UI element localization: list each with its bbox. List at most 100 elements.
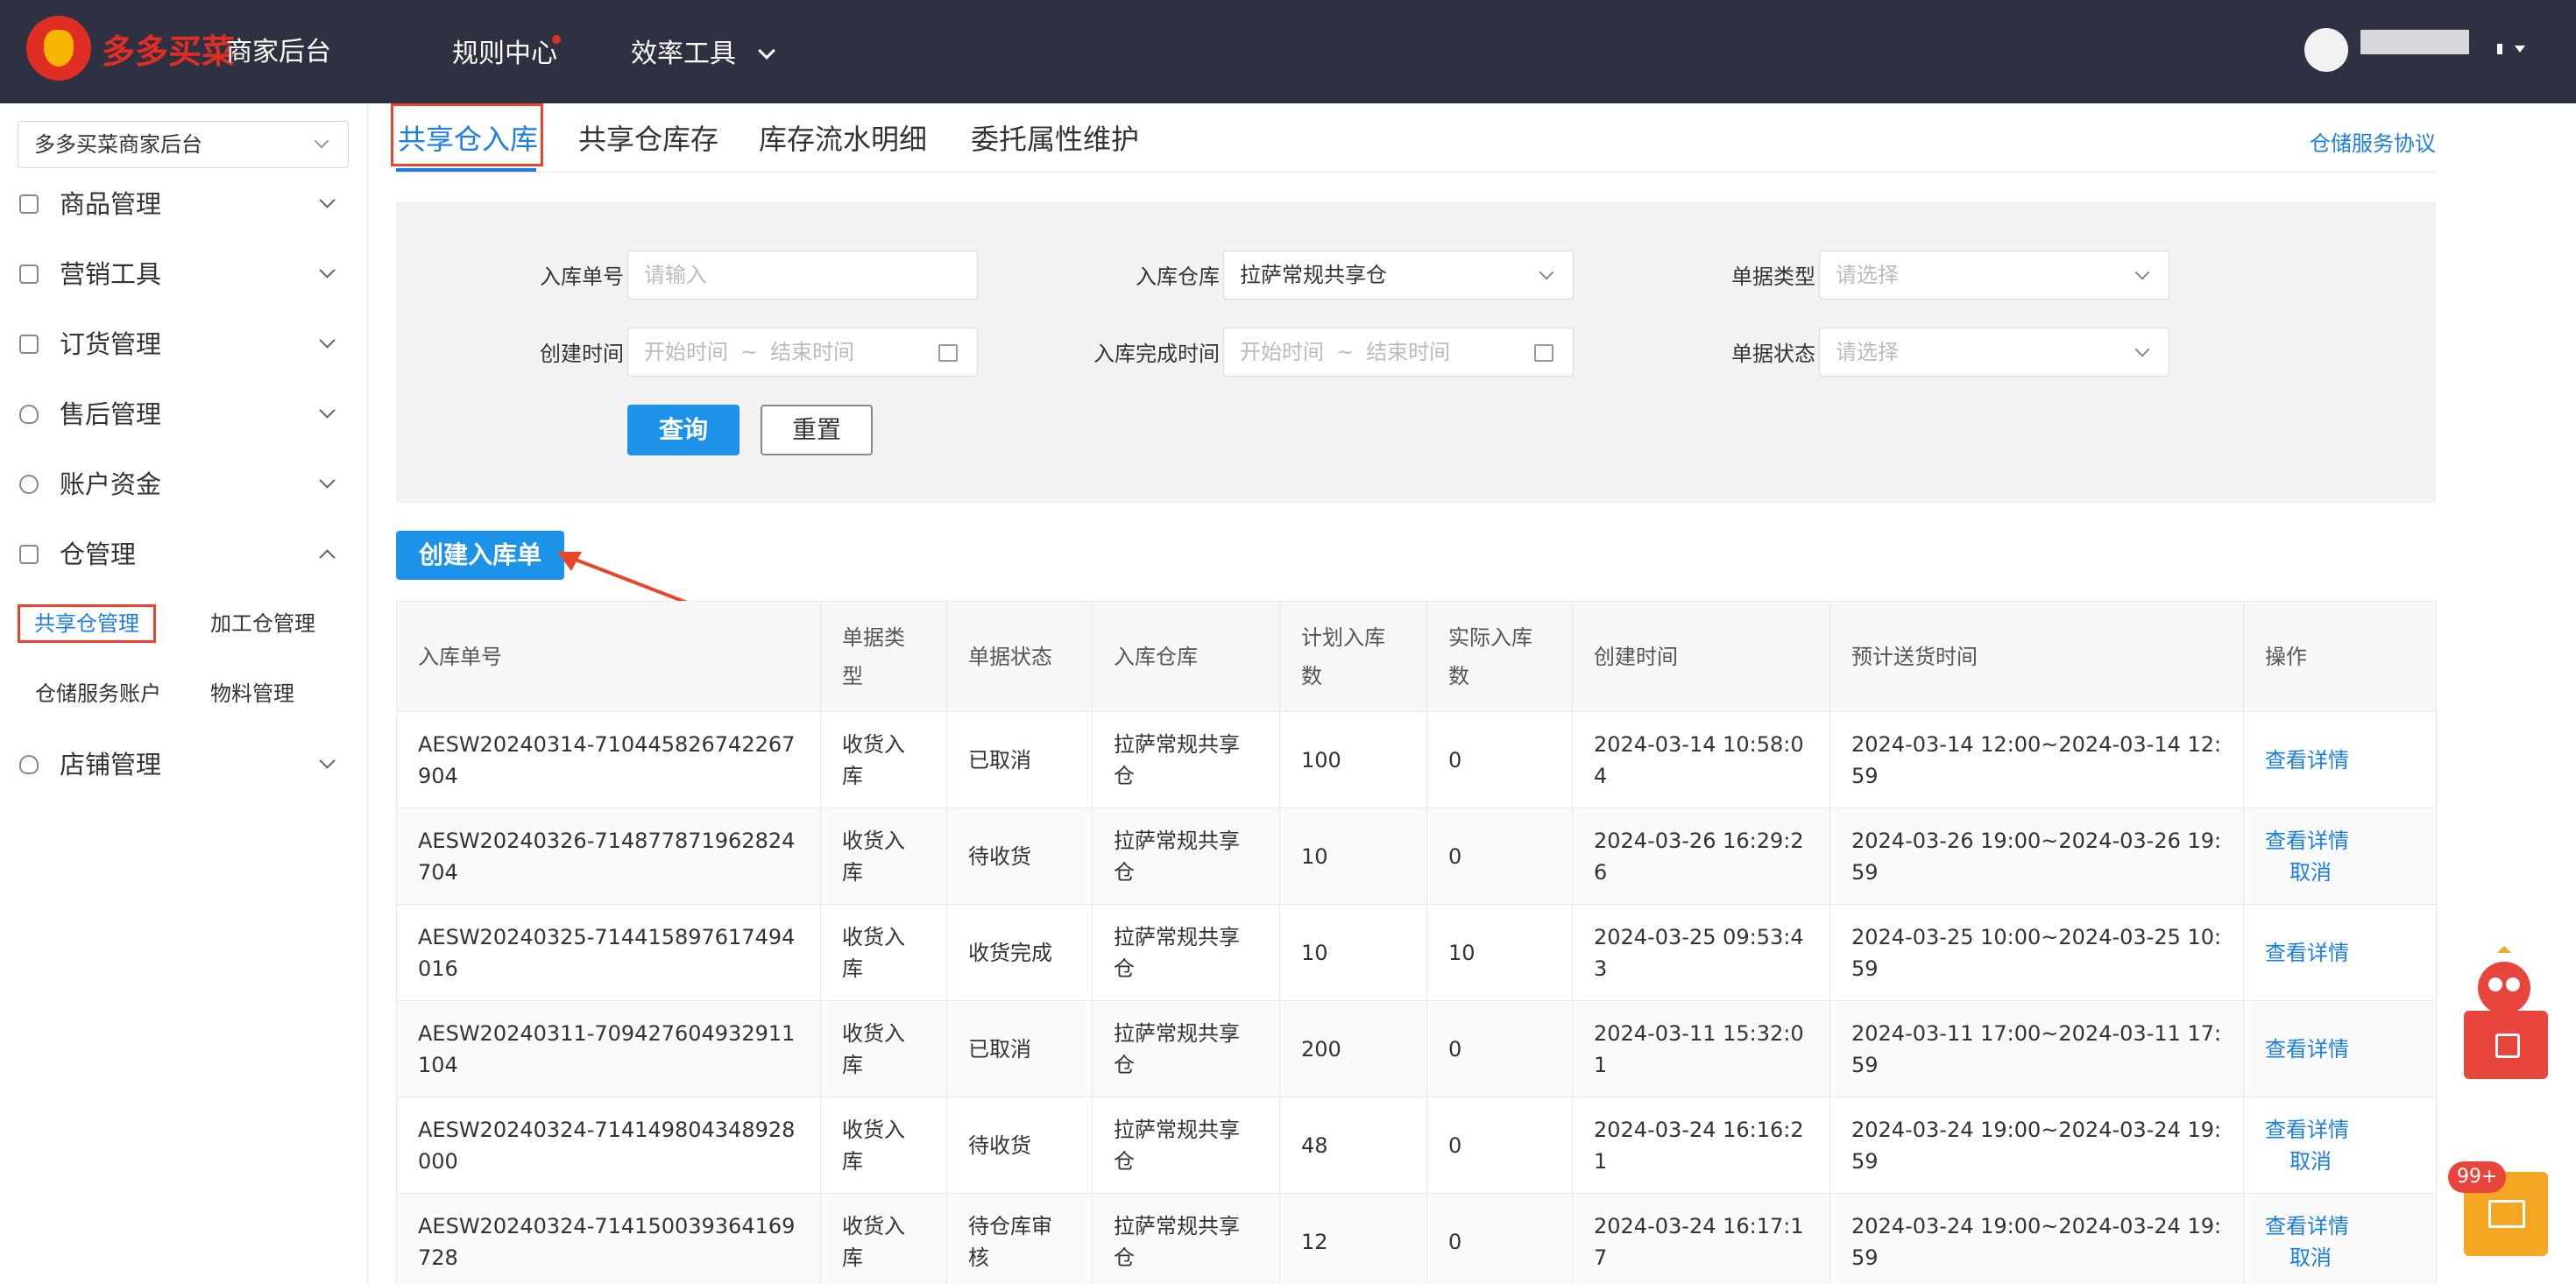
doc-status-select[interactable]: 请选择 xyxy=(1819,328,2169,377)
sidebar-subitem-materials[interactable]: 物料管理 xyxy=(210,674,294,713)
tab-label: 共享仓入库 xyxy=(398,123,539,156)
user-menu-chevron-icon[interactable] xyxy=(2495,39,2530,60)
order-no-label: 入库单号 xyxy=(540,265,624,289)
sidebar-item-label: 商品管理 xyxy=(60,189,162,219)
nav-rule-center-label: 规则中心 xyxy=(452,39,557,69)
sidebar: 多多买菜商家后台 商品管理 营销工具 订货管理 售后管理 账户资金 仓管理 共享… xyxy=(0,103,368,1284)
store-icon xyxy=(19,755,39,774)
chevron-down-icon xyxy=(319,262,336,279)
sidebar-item-label: 营销工具 xyxy=(60,259,162,289)
chevron-down-icon xyxy=(319,752,336,769)
operations-cell: 查看详情 xyxy=(2243,711,2437,808)
sidebar-item-account-funds[interactable]: 账户资金 xyxy=(18,462,350,506)
actual-qty-cell: 0 xyxy=(1426,808,1573,905)
view-details-link[interactable]: 查看详情 xyxy=(2265,1034,2415,1065)
user-avatar[interactable] xyxy=(2304,28,2348,72)
column-header: 计划入库数 xyxy=(1279,601,1427,712)
doc-status-cell: 待仓库审核 xyxy=(946,1193,1093,1284)
create-inbound-order-button[interactable]: 创建入库单 xyxy=(396,531,564,580)
sidebar-item-marketing[interactable]: 营销工具 xyxy=(18,252,350,296)
actual-qty-cell: 10 xyxy=(1426,904,1573,1001)
range-separator: ~ xyxy=(1336,340,1355,364)
tab-entrust-attributes[interactable]: 委托属性维护 xyxy=(971,117,1139,158)
query-button[interactable]: 查询 xyxy=(627,405,740,455)
tab-shared-inbound[interactable]: 共享仓入库 xyxy=(398,117,538,158)
doc-type-cell: 收货入库 xyxy=(820,1193,947,1284)
user-name-redacted[interactable] xyxy=(2360,30,2469,54)
tab-inventory-ledger[interactable]: 库存流水明细 xyxy=(759,117,927,158)
created-time-cell: 2024-03-14 10:58:04 xyxy=(1572,711,1830,808)
warehouse-select[interactable]: 拉萨常规共享仓 xyxy=(1223,250,1574,300)
completed-start-placeholder: 开始时间 xyxy=(1240,340,1324,364)
sidebar-item-goods[interactable]: 商品管理 xyxy=(18,182,350,226)
chevron-down-icon xyxy=(2134,265,2150,280)
created-time-label: 创建时间 xyxy=(540,342,624,366)
doc-status-cell: 已取消 xyxy=(946,711,1093,808)
order-no-cell: AESW20240311-709427604932911104 xyxy=(396,1000,821,1097)
range-separator: ~ xyxy=(740,340,759,364)
view-details-link[interactable]: 查看详情 xyxy=(2265,937,2415,969)
doc-status-cell: 待收货 xyxy=(946,808,1093,905)
warehouse-cell: 拉萨常规共享仓 xyxy=(1092,1000,1280,1097)
nav-efficiency-tools[interactable]: 效率工具 xyxy=(631,32,775,70)
order-no-cell: AESW20240326-714877871962824704 xyxy=(396,808,821,905)
table-row: AESW20240326-714877871962824704 收货入库 待收货… xyxy=(396,808,2437,905)
operations-cell: 查看详情 取消 xyxy=(2243,808,2437,905)
operations-cell: 查看详情 取消 xyxy=(2243,1193,2437,1284)
sidebar-subitem-storage-account[interactable]: 仓储服务账户 xyxy=(35,674,161,713)
table-row: AESW20240324-714150039364169728 收货入库 待仓库… xyxy=(396,1193,2437,1284)
filter-panel: 入库单号 请输入 入库仓库 拉萨常规共享仓 单据类型 请选择 创建时间 开始时间… xyxy=(396,201,2436,503)
chevron-down-icon xyxy=(319,192,336,208)
doc-status-cell: 待收货 xyxy=(946,1097,1093,1194)
doc-status-placeholder: 请选择 xyxy=(1836,340,1899,364)
completed-time-range[interactable]: 开始时间 ~ 结束时间 xyxy=(1223,328,1574,377)
cancel-link[interactable]: 取消 xyxy=(2265,1242,2415,1273)
gift-icon xyxy=(19,265,39,284)
column-header: 创建时间 xyxy=(1572,601,1830,712)
logo-text: 多多买菜 xyxy=(102,32,236,71)
sidebar-item-after-sales[interactable]: 售后管理 xyxy=(18,392,350,436)
doc-type-cell: 收货入库 xyxy=(820,808,947,905)
storage-agreement-link[interactable]: 仓储服务协议 xyxy=(2310,126,2436,157)
nav-efficiency-tools-label: 效率工具 xyxy=(631,39,736,69)
warehouse-cell: 拉萨常规共享仓 xyxy=(1092,1097,1280,1194)
cancel-link[interactable]: 取消 xyxy=(2265,857,2415,888)
tab-shared-inventory[interactable]: 共享仓库存 xyxy=(578,117,718,158)
doc-type-cell: 收货入库 xyxy=(820,1000,947,1097)
nav-rule-center[interactable]: 规则中心 xyxy=(452,32,557,70)
order-no-placeholder: 请输入 xyxy=(644,263,707,287)
view-details-link[interactable]: 查看详情 xyxy=(2265,1114,2415,1146)
sidebar-item-ordering[interactable]: 订货管理 xyxy=(18,322,350,366)
table-row: AESW20240325-714415897617494016 收货入库 收货完… xyxy=(396,904,2437,1001)
view-details-link[interactable]: 查看详情 xyxy=(2265,744,2415,776)
column-header: 单据状态 xyxy=(946,601,1093,712)
notification-dot xyxy=(552,35,561,44)
operations-cell: 查看详情 xyxy=(2243,1000,2437,1097)
reset-button[interactable]: 重置 xyxy=(761,405,873,455)
created-time-cell: 2024-03-24 16:16:21 xyxy=(1572,1097,1830,1194)
doc-type-select[interactable]: 请选择 xyxy=(1819,250,2169,300)
eta-cell: 2024-03-14 12:00~2024-03-14 12:59 xyxy=(1829,711,2244,808)
created-time-range[interactable]: 开始时间 ~ 结束时间 xyxy=(627,328,978,377)
tab-label: 库存流水明细 xyxy=(759,123,928,156)
sidebar-subitem-processing-warehouse[interactable]: 加工仓管理 xyxy=(210,604,315,643)
column-header: 入库单号 xyxy=(396,601,821,712)
sidebar-subitem-label: 物料管理 xyxy=(210,681,294,706)
table-row: AESW20240314-710445826742267904 收货入库 已取消… xyxy=(396,711,2437,808)
planned-qty-cell: 48 xyxy=(1279,1097,1427,1194)
column-header: 操作 xyxy=(2243,601,2437,712)
mascot-icon[interactable] xyxy=(2462,946,2546,1016)
unread-count-badge: 99+ xyxy=(2448,1161,2507,1193)
sidebar-item-warehouse[interactable]: 仓管理 xyxy=(18,533,350,576)
cancel-link[interactable]: 取消 xyxy=(2265,1146,2415,1177)
shop-select[interactable]: 多多买菜商家后台 xyxy=(18,121,349,168)
view-details-link[interactable]: 查看详情 xyxy=(2265,825,2415,857)
eta-cell: 2024-03-25 10:00~2024-03-25 10:59 xyxy=(1829,904,2244,1001)
sidebar-item-label: 账户资金 xyxy=(60,469,162,499)
sidebar-item-store[interactable]: 店铺管理 xyxy=(18,743,350,787)
actual-qty-cell: 0 xyxy=(1426,1193,1573,1284)
feedback-edit-icon[interactable] xyxy=(2464,1011,2548,1079)
order-no-input[interactable]: 请输入 xyxy=(627,250,978,300)
view-details-link[interactable]: 查看详情 xyxy=(2265,1210,2415,1242)
sidebar-subitem-shared-warehouse[interactable]: 共享仓管理 xyxy=(18,604,156,643)
